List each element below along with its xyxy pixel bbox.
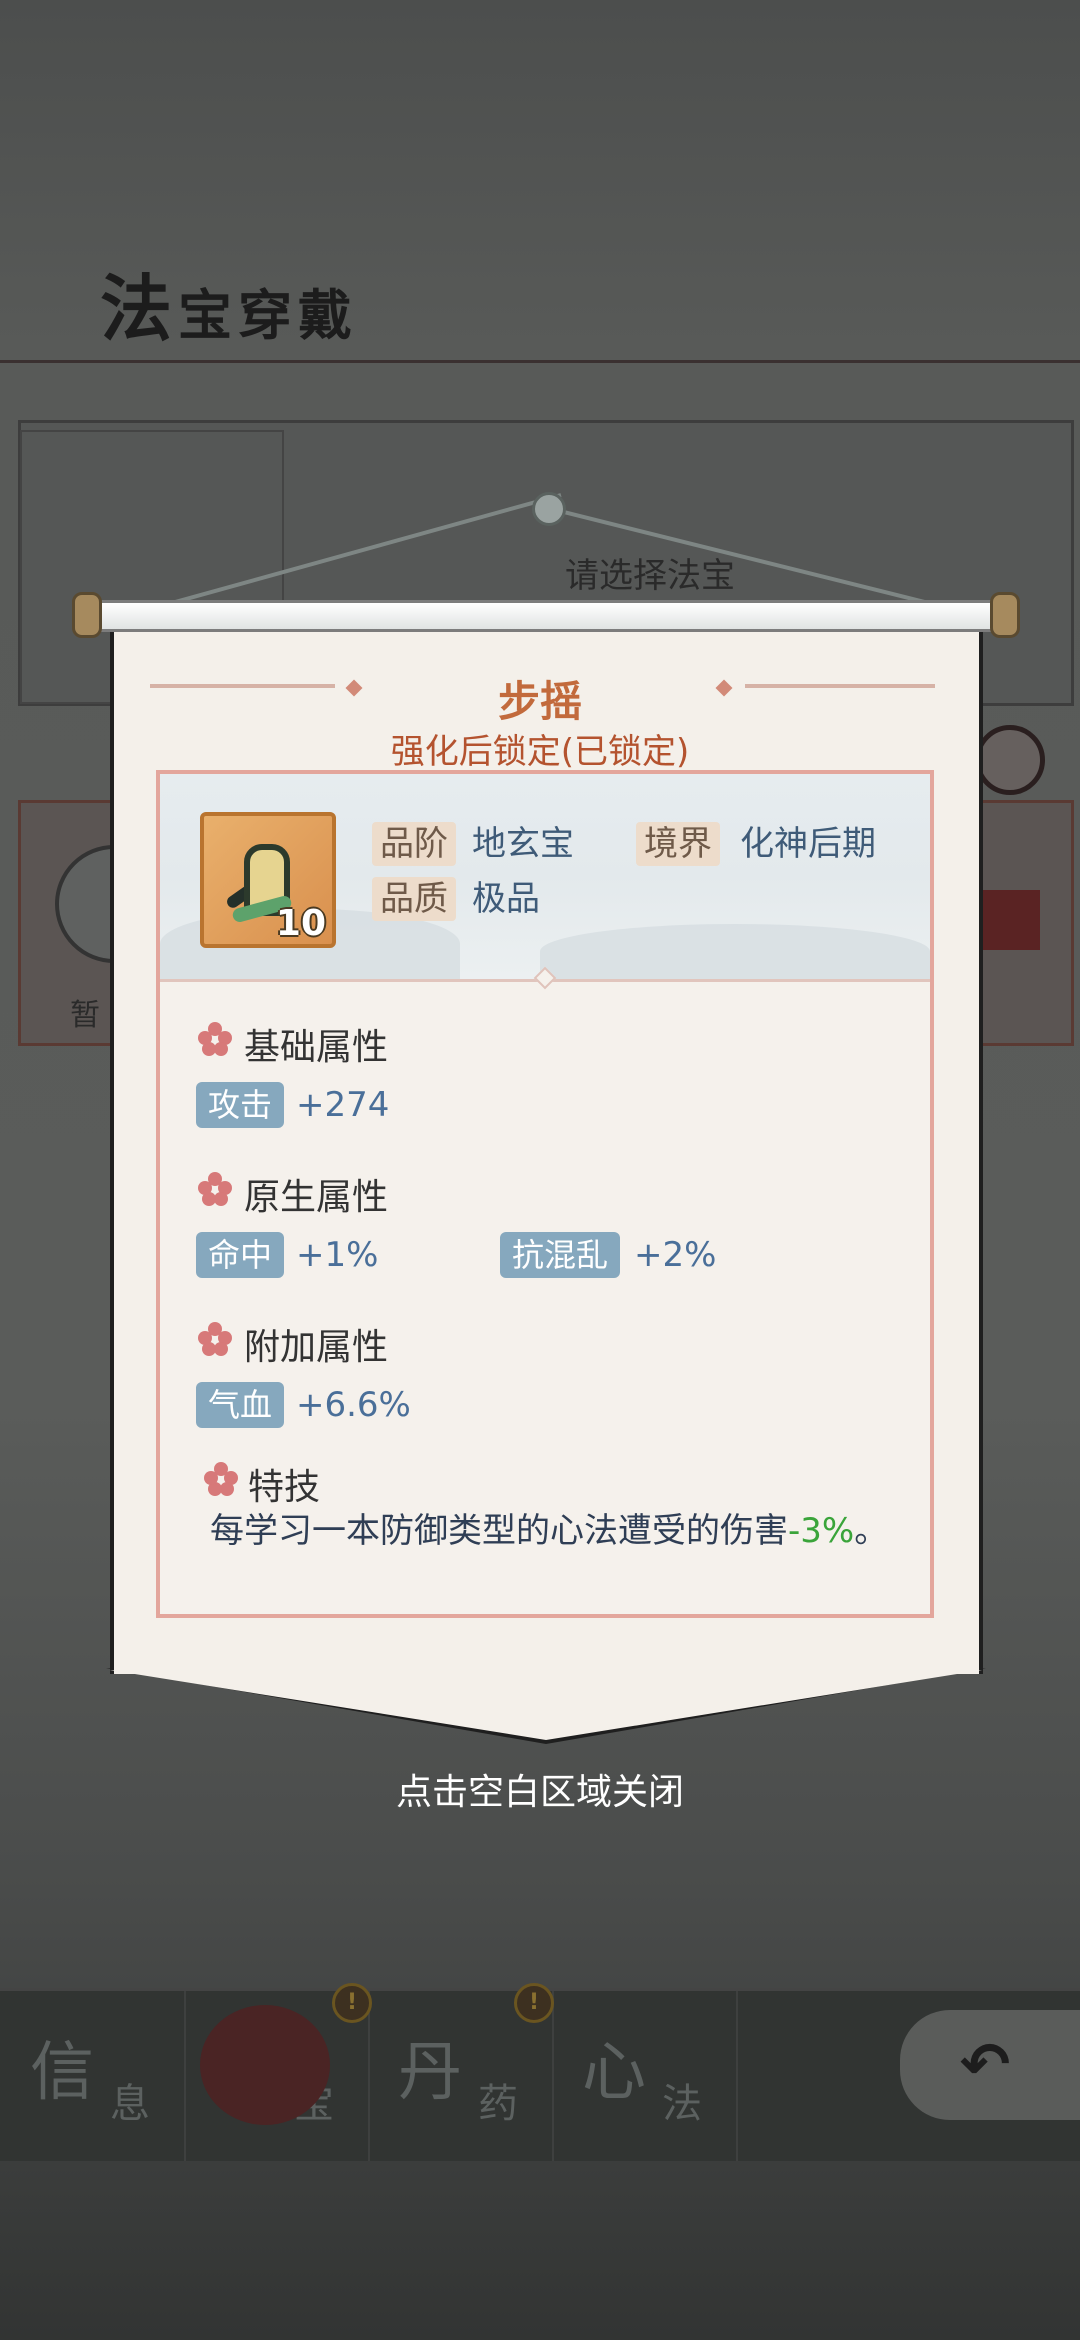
scroll-rod-cap-right — [990, 592, 1020, 638]
hit-value: +1% — [296, 1235, 379, 1275]
quality-label: 品质 — [372, 877, 456, 921]
nav-tab-pill-big: 丹 — [398, 2036, 462, 2110]
nav-tab-info[interactable]: 信 息 — [0, 1991, 186, 2161]
nav-tab-mind-method[interactable]: 心 法 — [552, 1991, 738, 2161]
title-divider — [0, 360, 1080, 363]
quality-value: 极品 — [472, 879, 540, 919]
flower-icon — [204, 1462, 238, 1496]
select-artifact-prompt: 请选择法宝 — [565, 556, 735, 596]
lock-status: 强化后锁定(已锁定) — [390, 732, 690, 772]
mountain-decoration — [540, 924, 930, 979]
hairpin-icon: 10 — [200, 812, 336, 948]
scroll-rod-cap-left — [72, 592, 102, 638]
hp-value: +6.6% — [296, 1385, 411, 1425]
empty-slot-label: 暂 — [70, 998, 100, 1033]
flower-icon — [198, 1022, 232, 1056]
native-attributes-title: 原生属性 — [244, 1177, 389, 1218]
page-title-main: 法 — [100, 266, 179, 351]
hanger-nail — [532, 492, 566, 526]
grade-value: 地玄宝 — [472, 824, 574, 864]
hit-tag: 命中 — [196, 1232, 285, 1278]
scroll-rod — [78, 600, 1014, 632]
grade-label: 品阶 — [372, 822, 456, 866]
page-title: 法宝穿戴 — [100, 250, 358, 355]
flower-icon — [198, 1172, 232, 1206]
nav-tab-info-big: 信 — [30, 2036, 94, 2110]
nav-tab-mind-big: 心 — [582, 2036, 646, 2110]
scroll-bottom-point — [110, 1670, 982, 1740]
back-arrow-icon: ↶ — [960, 2030, 1011, 2100]
alert-icon: ! — [332, 1983, 372, 2023]
skill-description: 每学习一本防御类型的心法遭受的伤害-3%。 — [210, 1508, 900, 1554]
item-name: 步摇 — [497, 677, 582, 726]
attack-tag: 攻击 — [196, 1082, 285, 1128]
realm-value: 化神后期 — [740, 824, 876, 864]
skill-text-value: -3% — [788, 1511, 855, 1551]
item-header: 10 品阶 地玄宝 境界 化神后期 品质 极品 — [160, 774, 930, 982]
hp-tag: 气血 — [196, 1382, 285, 1428]
enhance-level: 10 — [275, 903, 326, 944]
close-hint[interactable]: 点击空白区域关闭 — [0, 1763, 1080, 1815]
skill-title: 特技 — [248, 1467, 321, 1508]
anti-chaos-tag: 抗混乱 — [500, 1232, 621, 1278]
flower-icon — [198, 1322, 232, 1356]
nav-active-indicator — [200, 2005, 330, 2125]
skill-text-main: 每学习一本防御类型的心法遭受的伤害 — [210, 1511, 788, 1551]
nav-tab-info-small: 息 — [110, 2081, 150, 2127]
page-title-rest: 宝穿戴 — [178, 283, 359, 347]
nav-tab-mind-small: 法 — [662, 2081, 702, 2127]
anti-chaos-value: +2% — [634, 1235, 717, 1275]
alert-icon: ! — [514, 1983, 554, 2023]
attack-value: +274 — [296, 1085, 390, 1125]
realm-label: 境界 — [636, 822, 720, 866]
extra-attributes-title: 附加属性 — [244, 1327, 389, 1368]
base-attributes-title: 基础属性 — [244, 1027, 389, 1068]
skill-text-end: 。 — [854, 1511, 889, 1551]
nav-tab-pill-small: 药 — [478, 2081, 518, 2127]
